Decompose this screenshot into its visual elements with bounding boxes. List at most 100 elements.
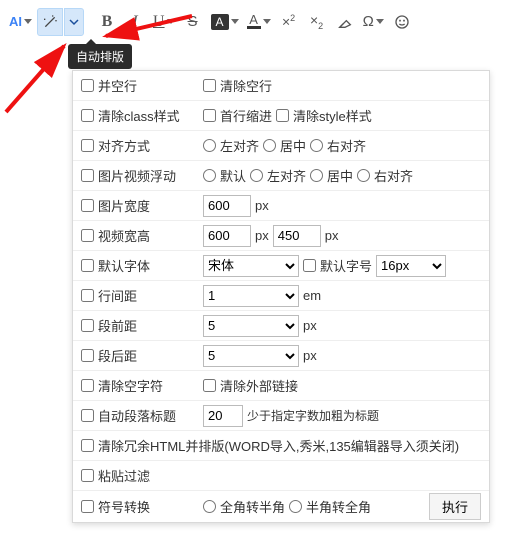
underline-button[interactable]: U — [150, 8, 178, 36]
para-before-select[interactable]: 5 — [203, 315, 299, 337]
emoji-button[interactable] — [389, 8, 415, 36]
clear-ext-link-checkbox[interactable] — [203, 379, 216, 392]
align-right-radio[interactable] — [310, 139, 323, 152]
def-size-option[interactable]: 默认字号 — [303, 256, 372, 275]
video-wh-option[interactable]: 视频宽高 — [81, 226, 150, 245]
align-center-option[interactable]: 居中 — [263, 136, 306, 155]
merge-blank-checkbox[interactable] — [81, 79, 94, 92]
clear-ext-link-option[interactable]: 清除外部链接 — [203, 376, 298, 395]
clear-format-button[interactable] — [332, 8, 358, 36]
float-left-option[interactable]: 左对齐 — [250, 166, 306, 185]
def-size-checkbox[interactable] — [303, 259, 316, 272]
clear-style-option[interactable]: 清除style样式 — [276, 106, 372, 125]
clear-empty-char-option[interactable]: 清除空字符 — [81, 376, 163, 395]
media-float-checkbox[interactable] — [81, 169, 94, 182]
video-height-input[interactable] — [273, 225, 321, 247]
half-to-full-option[interactable]: 半角转全角 — [289, 497, 371, 516]
img-width-input[interactable] — [203, 195, 251, 217]
para-after-select[interactable]: 5 — [203, 345, 299, 367]
font-color-button[interactable]: A — [244, 8, 274, 36]
def-font-option[interactable]: 默认字体 — [81, 256, 150, 275]
paste-filter-option[interactable]: 粘贴过滤 — [81, 466, 150, 485]
char-convert-checkbox[interactable] — [81, 500, 94, 513]
line-height-checkbox[interactable] — [81, 289, 94, 302]
clear-blank-checkbox[interactable] — [203, 79, 216, 92]
full-to-half-option[interactable]: 全角转半角 — [203, 497, 285, 516]
italic-button[interactable]: I — [122, 8, 148, 36]
align-left-option[interactable]: 左对齐 — [203, 136, 259, 155]
auto-para-option[interactable]: 自动段落标题 — [81, 406, 176, 425]
row-auto-para-title: 自动段落标题 少于指定字数加粗为标题 — [73, 401, 489, 431]
background-color-button[interactable]: A — [208, 8, 242, 36]
float-center-radio[interactable] — [310, 169, 323, 182]
auto-para-hint: 少于指定字数加粗为标题 — [247, 407, 379, 424]
first-indent-option[interactable]: 首行缩进 — [203, 106, 272, 125]
align-right-option[interactable]: 右对齐 — [310, 136, 366, 155]
auto-para-label: 自动段落标题 — [98, 406, 176, 425]
execute-button[interactable]: 执行 — [429, 493, 481, 520]
video-wh-checkbox[interactable] — [81, 229, 94, 242]
char-convert-option[interactable]: 符号转换 — [81, 497, 150, 516]
row-clear-redundant: 清除冗余HTML并排版(WORD导入,秀米,135编辑器导入须关闭) — [73, 431, 489, 461]
video-width-input[interactable] — [203, 225, 251, 247]
clear-redundant-checkbox[interactable] — [81, 439, 94, 452]
size-select[interactable]: 16px — [376, 255, 446, 277]
auto-typeset-dropdown[interactable] — [64, 8, 84, 36]
half-to-full-radio[interactable] — [289, 500, 302, 513]
align-left-radio[interactable] — [203, 139, 216, 152]
float-left-label: 左对齐 — [267, 166, 306, 185]
clear-blank-option[interactable]: 清除空行 — [203, 76, 272, 95]
font-select[interactable]: 宋体 — [203, 255, 299, 277]
strikethrough-button[interactable]: S — [180, 8, 206, 36]
auto-typeset-button[interactable] — [37, 8, 63, 36]
float-default-radio[interactable] — [203, 169, 216, 182]
img-width-option[interactable]: 图片宽度 — [81, 196, 150, 215]
auto-para-input[interactable] — [203, 405, 243, 427]
strikethrough-icon: S — [188, 13, 198, 30]
media-float-option[interactable]: 图片视频浮动 — [81, 166, 176, 185]
merge-blank-option[interactable]: 并空行 — [81, 76, 137, 95]
align-right-label: 右对齐 — [327, 136, 366, 155]
float-right-radio[interactable] — [357, 169, 370, 182]
line-height-option[interactable]: 行间距 — [81, 286, 137, 305]
special-char-button[interactable]: Ω — [360, 8, 387, 36]
first-indent-checkbox[interactable] — [203, 109, 216, 122]
line-height-select[interactable]: 1 — [203, 285, 299, 307]
ai-button[interactable]: AI — [6, 8, 35, 36]
float-default-option[interactable]: 默认 — [203, 166, 246, 185]
para-after-label: 段后距 — [98, 346, 137, 365]
para-after-checkbox[interactable] — [81, 349, 94, 362]
clear-class-option[interactable]: 清除class样式 — [81, 106, 180, 125]
para-before-option[interactable]: 段前距 — [81, 316, 137, 335]
align-checkbox[interactable] — [81, 139, 94, 152]
auto-typeset-panel: 并空行 清除空行 清除class样式 首行缩进 清除style样式 对齐方式 左… — [72, 70, 490, 523]
auto-para-checkbox[interactable] — [81, 409, 94, 422]
magic-wand-icon — [42, 14, 58, 30]
clear-style-checkbox[interactable] — [276, 109, 289, 122]
half-to-full-label: 半角转全角 — [306, 497, 371, 516]
full-to-half-radio[interactable] — [203, 500, 216, 513]
tooltip-auto-typeset: 自动排版 — [68, 44, 132, 69]
float-center-option[interactable]: 居中 — [310, 166, 353, 185]
para-before-checkbox[interactable] — [81, 319, 94, 332]
unit-px: px — [303, 348, 317, 363]
paste-filter-checkbox[interactable] — [81, 469, 94, 482]
align-option[interactable]: 对齐方式 — [81, 136, 150, 155]
subscript-button[interactable]: ×2 — [304, 8, 330, 36]
clear-redundant-option[interactable]: 清除冗余HTML并排版(WORD导入,秀米,135编辑器导入须关闭) — [81, 436, 459, 455]
para-after-option[interactable]: 段后距 — [81, 346, 137, 365]
clear-class-checkbox[interactable] — [81, 109, 94, 122]
unit-px: px — [325, 228, 339, 243]
img-width-checkbox[interactable] — [81, 199, 94, 212]
float-right-option[interactable]: 右对齐 — [357, 166, 413, 185]
first-indent-label: 首行缩进 — [220, 106, 272, 125]
float-left-radio[interactable] — [250, 169, 263, 182]
def-font-checkbox[interactable] — [81, 259, 94, 272]
bold-button[interactable]: B — [94, 8, 120, 36]
clear-empty-char-checkbox[interactable] — [81, 379, 94, 392]
row-char-convert: 符号转换 全角转半角 半角转全角 执行 — [73, 491, 489, 522]
superscript-button[interactable]: ×2 — [276, 8, 302, 36]
align-center-radio[interactable] — [263, 139, 276, 152]
row-clear-chars-links: 清除空字符 清除外部链接 — [73, 371, 489, 401]
char-convert-label: 符号转换 — [98, 497, 150, 516]
